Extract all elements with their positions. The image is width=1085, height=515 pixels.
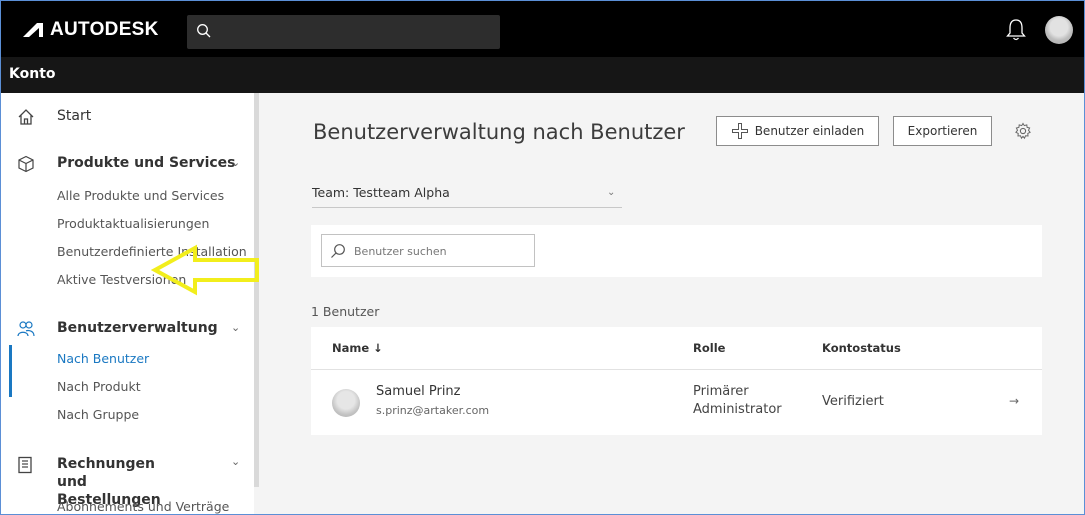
- sidebar-item-product-updates[interactable]: Produktaktualisierungen: [57, 216, 209, 231]
- sidebar-group-products[interactable]: Produkte und Services: [18, 154, 236, 173]
- sidebar-item-by-user[interactable]: Nach Benutzer: [57, 351, 149, 366]
- row-arrow-icon[interactable]: →: [1009, 394, 1019, 408]
- user-email: s.prinz@artaker.com: [376, 404, 490, 417]
- account-bar: Konto: [1, 57, 1084, 93]
- chevron-down-icon[interactable]: ⌄: [607, 187, 615, 198]
- brand-name: AUTODESK: [50, 19, 159, 40]
- search-panel: Benutzer suchen: [311, 225, 1042, 277]
- sidebar-group-label: Produkte und Services: [57, 155, 236, 171]
- top-bar: AUTODESK: [1, 1, 1084, 57]
- autodesk-logo[interactable]: AUTODESK: [23, 19, 159, 41]
- user-count: 1 Benutzer: [311, 304, 380, 319]
- invoice-icon: [18, 456, 32, 474]
- active-indicator: [9, 345, 12, 397]
- chevron-down-icon[interactable]: ⌄: [231, 156, 240, 169]
- annotation-arrow-icon: [151, 244, 259, 296]
- user-search-input[interactable]: Benutzer suchen: [321, 234, 535, 267]
- column-header-status[interactable]: Kontostatus: [822, 341, 901, 355]
- user-status: Verifiziert: [822, 394, 884, 409]
- home-icon: [18, 109, 34, 125]
- divider: [311, 369, 1042, 370]
- main-content: Benutzerverwaltung nach Benutzer Benutze…: [259, 93, 1084, 514]
- export-button[interactable]: Exportieren: [893, 116, 992, 146]
- invite-user-button[interactable]: Benutzer einladen: [716, 116, 879, 146]
- chevron-down-icon[interactable]: ⌄: [231, 455, 240, 468]
- sidebar-item-label: Start: [57, 108, 92, 124]
- users-icon: [17, 321, 35, 337]
- export-label: Exportieren: [907, 124, 978, 138]
- bell-icon[interactable]: [1005, 18, 1027, 42]
- search-icon: [197, 24, 211, 38]
- team-select[interactable]: Team: Testteam Alpha: [312, 185, 450, 200]
- plus-icon: [731, 123, 748, 139]
- sidebar-item-by-group[interactable]: Nach Gruppe: [57, 407, 139, 422]
- sidebar-item-all-products[interactable]: Alle Produkte und Services: [57, 188, 224, 203]
- page-title: Benutzerverwaltung nach Benutzer: [313, 120, 685, 144]
- autodesk-logo-icon: [23, 23, 43, 37]
- global-search-input[interactable]: [187, 15, 500, 49]
- chevron-down-icon[interactable]: ⌄: [231, 321, 240, 334]
- app-window: AUTODESK Konto Start Produkte und Servic…: [0, 0, 1085, 515]
- box-icon: [18, 155, 34, 173]
- user-name[interactable]: Samuel Prinz: [376, 384, 461, 399]
- user-role: Primärer Administrator: [693, 384, 782, 417]
- invite-user-label: Benutzer einladen: [754, 124, 865, 138]
- users-table: Name ↓ Rolle Kontostatus Samuel Prinz s.…: [311, 327, 1042, 435]
- account-title: Konto: [9, 66, 56, 82]
- column-header-role[interactable]: Rolle: [693, 341, 725, 355]
- sidebar-item-start[interactable]: Start: [18, 107, 92, 125]
- gear-icon[interactable]: [1014, 122, 1032, 140]
- sidebar-item-by-product[interactable]: Nach Produkt: [57, 379, 141, 394]
- sidebar-group-users[interactable]: Benutzerverwaltung: [17, 319, 218, 337]
- team-select-underline: [312, 207, 622, 208]
- sidebar-item-subscriptions[interactable]: Abonnements und Verträge: [57, 499, 229, 514]
- team-value: Testteam Alpha: [353, 185, 450, 200]
- column-header-name[interactable]: Name ↓: [332, 341, 383, 355]
- search-placeholder: Benutzer suchen: [354, 245, 447, 258]
- sidebar-group-label: Benutzerverwaltung: [57, 320, 218, 336]
- avatar: [332, 389, 360, 417]
- search-icon: [331, 244, 345, 258]
- avatar[interactable]: [1045, 16, 1073, 44]
- sidebar: Start Produkte und Services ⌄ Alle Produ…: [1, 93, 254, 514]
- team-label: Team:: [312, 185, 350, 200]
